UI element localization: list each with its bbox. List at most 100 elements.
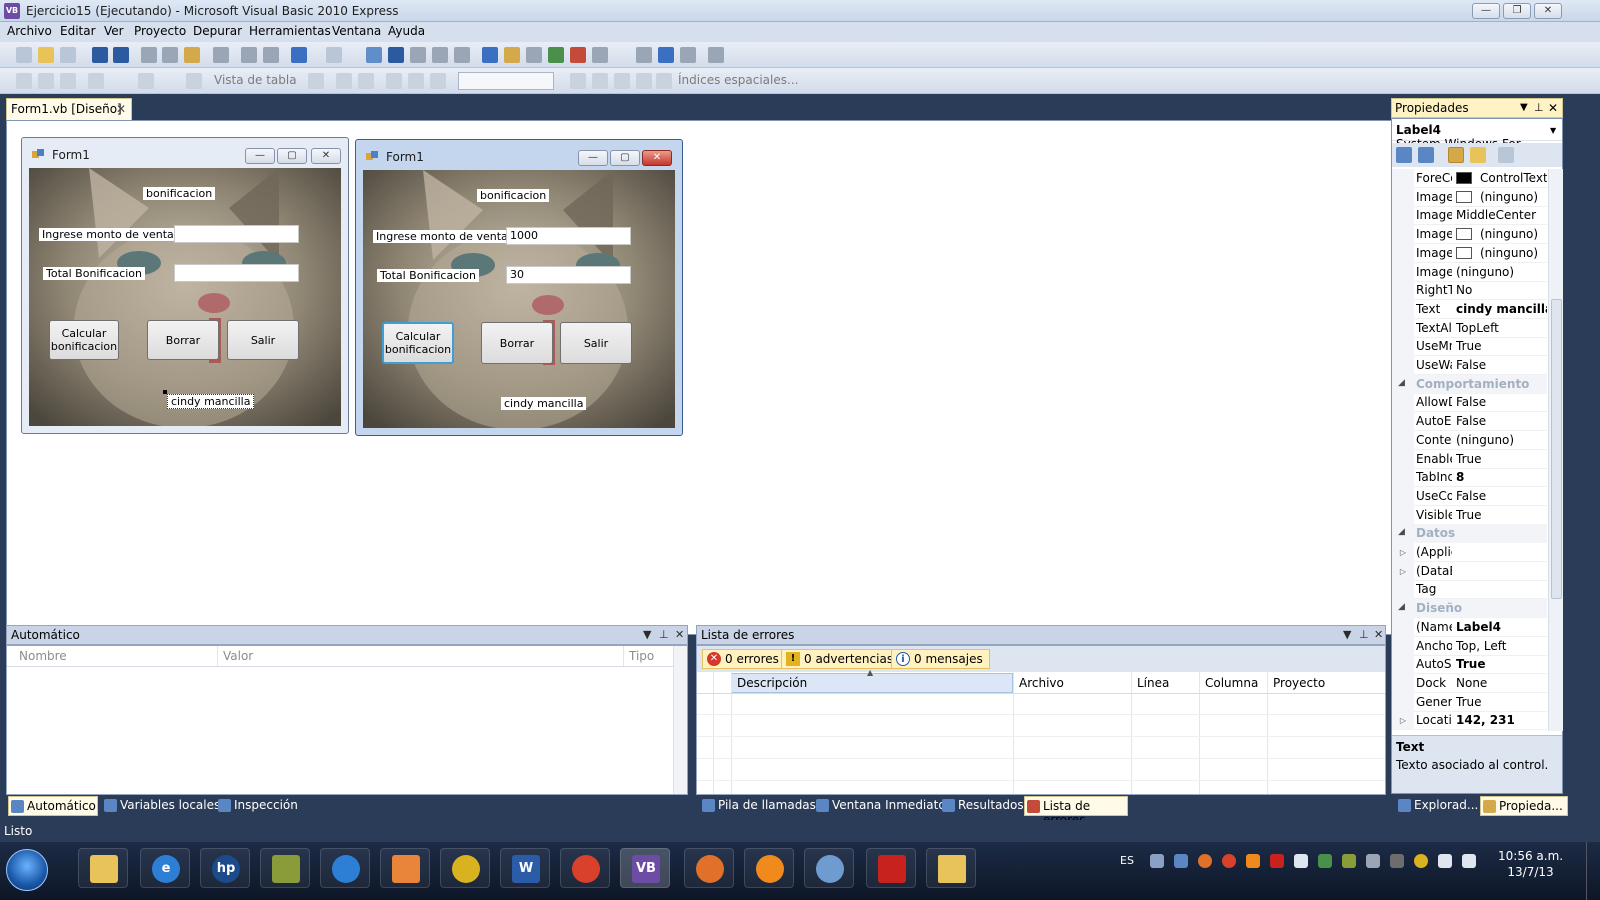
property-grid-scrollbar[interactable] (1548, 169, 1563, 731)
expand-icon[interactable]: ▷ (1392, 711, 1414, 731)
property-value[interactable]: No (1456, 283, 1547, 297)
collapse-icon[interactable]: ◢ (1398, 527, 1405, 537)
form-close-button[interactable]: ✕ (642, 150, 672, 166)
language-indicator[interactable]: ES (1120, 854, 1134, 867)
property-value[interactable]: True (1456, 452, 1547, 466)
tab-ventana-inmediato[interactable]: Ventana Inmediato (814, 796, 950, 816)
tray-icon[interactable] (1414, 854, 1428, 868)
property-row[interactable]: UseCompatibleTextRendering False (1392, 486, 1547, 506)
col-valor[interactable]: Valor (223, 649, 253, 663)
tray-icon[interactable] (1174, 854, 1188, 868)
property-value[interactable]: (ninguno) (1456, 246, 1547, 260)
property-row[interactable]: ▷(ApplicationSettings) (1392, 543, 1547, 562)
property-value[interactable]: True (1456, 657, 1547, 671)
col-columna[interactable]: Columna (1205, 676, 1258, 690)
uncomment-icon[interactable] (263, 47, 279, 63)
browser-icon[interactable] (658, 47, 674, 63)
property-row[interactable]: (Name) Label4 (1392, 617, 1547, 637)
add-item-icon[interactable] (60, 47, 76, 63)
object-browser-icon[interactable] (680, 47, 696, 63)
tab-automatico[interactable]: Automático (8, 796, 98, 816)
tray-icon[interactable] (1318, 854, 1332, 868)
start-button[interactable] (6, 849, 48, 891)
menu-archivo[interactable]: Archivo (7, 24, 52, 38)
save-all-icon[interactable] (113, 47, 129, 63)
property-value[interactable]: Top, Left (1456, 639, 1547, 653)
property-row[interactable]: ContextMenuStrip (ninguno) (1392, 430, 1547, 450)
toolbox-icon[interactable] (526, 47, 542, 63)
menu-proyecto[interactable]: Proyecto (134, 24, 186, 38)
property-value[interactable]: MiddleCenter (1456, 208, 1547, 222)
align-right-icon[interactable] (358, 73, 374, 89)
collapse-icon[interactable]: ◢ (1398, 602, 1405, 612)
property-row[interactable]: TextAlign TopLeft (1392, 318, 1547, 338)
find-icon[interactable] (213, 47, 229, 63)
monto-input[interactable]: 1000 (506, 227, 631, 245)
database-explorer-icon[interactable] (548, 47, 564, 63)
property-row[interactable]: RightToLeft No (1392, 281, 1547, 301)
property-row[interactable]: Image (ninguno) (1392, 187, 1547, 207)
tab-variables-locales[interactable]: Variables locales (102, 796, 224, 816)
tools-options-icon[interactable] (708, 47, 724, 63)
layout-icon[interactable] (386, 73, 402, 89)
tray-icon[interactable] (1390, 854, 1404, 868)
menu-ver[interactable]: Ver (104, 24, 124, 38)
spacing-icon[interactable] (408, 73, 424, 89)
open-folder-icon[interactable] (38, 47, 54, 63)
salir-button[interactable]: Salir (227, 320, 299, 360)
taskbar-app-squares[interactable] (926, 848, 976, 888)
property-value[interactable]: (ninguno) (1456, 190, 1547, 204)
pin-icon[interactable]: ⊥ (1534, 101, 1544, 114)
menu-herramientas[interactable]: Herramientas (249, 24, 331, 38)
taskbar-visual-basic[interactable]: VB (620, 848, 670, 888)
minimize-button[interactable]: — (1472, 3, 1500, 19)
tray-icon[interactable] (1366, 854, 1380, 868)
stop-debug-icon[interactable] (388, 47, 404, 63)
form-minimize-button[interactable]: — (245, 148, 275, 164)
property-row[interactable]: UseMnemonic True (1392, 337, 1547, 357)
property-row[interactable]: TabIndex 8 (1392, 468, 1547, 488)
property-category[interactable]: ◢ Comportamiento (1392, 374, 1547, 394)
taskbar-avast[interactable] (744, 848, 794, 888)
tab-form1-design[interactable]: Form1.vb [Diseño] ✕ (6, 98, 132, 120)
property-value[interactable]: (ninguno) (1456, 227, 1547, 241)
property-value[interactable]: TopLeft (1456, 321, 1547, 335)
salir-button[interactable]: Salir (560, 322, 632, 364)
text-format-icon[interactable] (186, 73, 202, 89)
col-archivo[interactable]: Archivo (1019, 676, 1064, 690)
property-value[interactable]: (ninguno) (1456, 433, 1547, 447)
property-row[interactable]: Text cindy mancilla (1392, 299, 1547, 319)
tab-inspeccion[interactable]: Inspección (216, 796, 302, 816)
comment-icon[interactable] (241, 47, 257, 63)
borrar-button[interactable]: Borrar (147, 320, 219, 360)
add-table-icon[interactable] (38, 73, 54, 89)
expand-icon[interactable]: ▷ (1392, 561, 1414, 581)
spatial-indexes-button[interactable]: Índices espaciales... (678, 73, 798, 87)
total-input[interactable] (174, 264, 299, 282)
taskbar-app4[interactable] (260, 848, 310, 888)
property-row[interactable]: ▷Location 142, 231 (1392, 711, 1547, 731)
flag-icon[interactable] (1294, 854, 1308, 868)
tray-icon[interactable] (1150, 854, 1164, 868)
auto-panel-scrollbar[interactable] (673, 646, 687, 794)
table-designer-icon[interactable] (16, 73, 32, 89)
new-project-icon[interactable] (16, 47, 32, 63)
warnings-filter-button[interactable]: ! 0 advertencias (781, 649, 901, 669)
tab-propiedades[interactable]: Propieda... (1480, 796, 1568, 816)
zoom-icon[interactable] (308, 73, 324, 89)
menu-ayuda[interactable]: Ayuda (388, 24, 425, 38)
tray-icon[interactable] (1342, 854, 1356, 868)
property-row[interactable]: Tag (1392, 580, 1547, 600)
property-row[interactable]: UseWaitCursor False (1392, 356, 1547, 375)
pin-icon[interactable]: ⊥ (1359, 628, 1369, 641)
taskbar-clock[interactable]: 10:56 a.m. 13/7/13 (1498, 848, 1563, 880)
error-list-icon[interactable] (570, 47, 586, 63)
property-row[interactable]: ImageAlign MiddleCenter (1392, 206, 1547, 226)
table-view-dropdown[interactable]: Vista de tabla (214, 73, 297, 87)
property-value[interactable]: False (1456, 395, 1547, 409)
menu-editar[interactable]: Editar (60, 24, 96, 38)
property-row[interactable]: ▷(DataBindings) (1392, 561, 1547, 581)
selection-handle[interactable] (163, 390, 167, 394)
tray-icon[interactable] (1198, 854, 1212, 868)
col-nombre[interactable]: Nombre (19, 649, 67, 663)
